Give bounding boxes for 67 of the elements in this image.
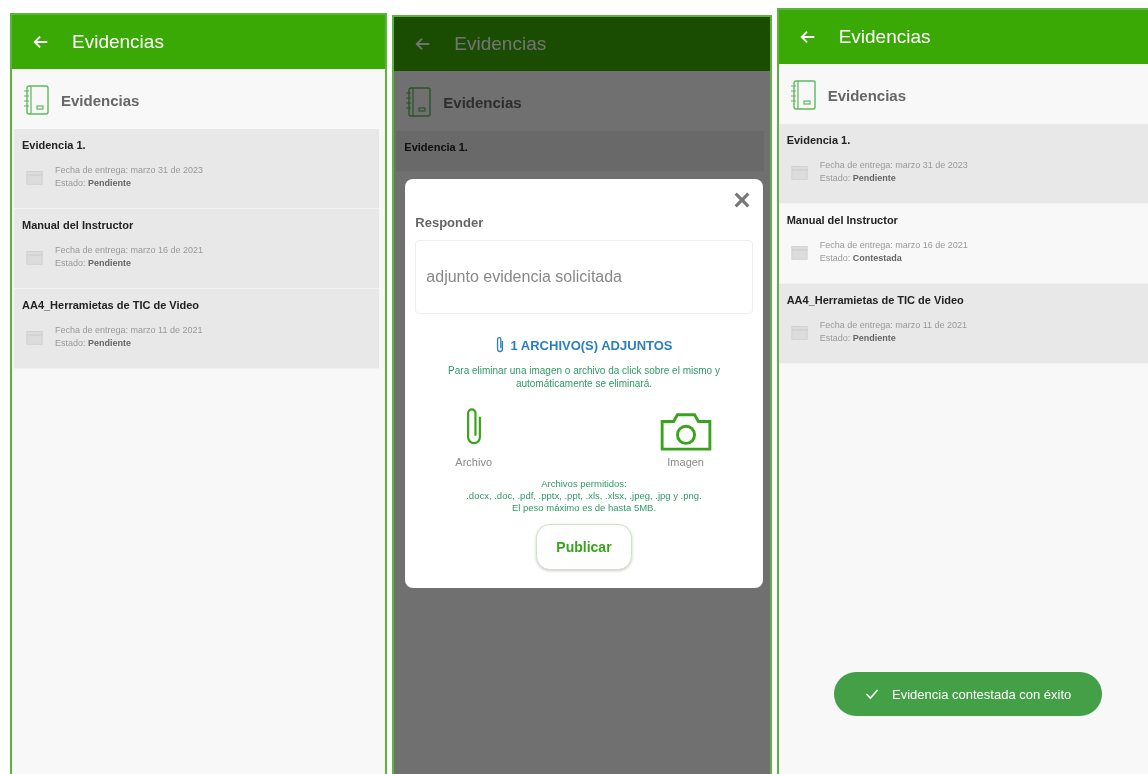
toast-message: Evidencia contestada con éxito (892, 686, 1072, 702)
allowed-files-text: .docx, .doc, .pdf, .pptx, .ppt, .xls, .xlsx, .jpeg, .jpg y .png. (466, 490, 702, 502)
evidence-item[interactable]: Evidencia 1. Fecha de entrega: marzo 31 de 2023 Estado: Pendiente (778, 124, 1148, 204)
status-value: Contestada (852, 253, 902, 263)
attach-option[interactable]: Imagen (658, 402, 713, 468)
evidence-item[interactable]: Evidencia 1. Fecha de entrega: marzo 31 de 2023 Estado: Pendiente (14, 129, 380, 209)
status-label: Estado: (55, 338, 86, 348)
status-value: Pendiente (852, 173, 896, 183)
notebook-icon (789, 80, 816, 110)
section-heading: Evidencias (61, 91, 140, 109)
evidence-item[interactable]: Evidencia 1. (396, 131, 764, 172)
status-value: Pendiente (88, 338, 132, 348)
calendar-icon (26, 248, 43, 266)
attachments-count[interactable]: 1 ARCHIVO(S) ADJUNTOS (510, 337, 673, 353)
status-value: Pendiente (88, 258, 132, 268)
evidence-title: Manual del Instructor (22, 219, 135, 231)
status-value: Pendiente (852, 333, 896, 343)
screen-title: Evidencias (454, 33, 547, 55)
date-label: Fecha de entrega: (819, 320, 893, 330)
attach-option[interactable]: Archivo (455, 402, 492, 468)
date-label: Fecha de entrega: (819, 160, 893, 170)
date-label: Fecha de entrega: (819, 240, 893, 250)
calendar-icon (790, 243, 808, 261)
status-label: Estado: (819, 253, 851, 263)
screen-title: Evidencias (72, 31, 164, 53)
calendar-icon (790, 323, 808, 341)
evidence-item[interactable]: AA4_Herramietas de TIC de Video Fecha de entrega: marzo 11 de 2021 Estado: Pendiente (14, 289, 380, 369)
due-date: marzo 31 de 2023 (130, 165, 204, 175)
paperclip-icon (495, 336, 506, 354)
date-label: Fecha de entrega: (55, 165, 129, 175)
status-label: Estado: (55, 258, 86, 268)
evidence-title: Manual del Instructor (786, 214, 899, 226)
calendar-icon (26, 328, 43, 346)
field-label: Responder (415, 215, 484, 230)
notebook-icon (23, 85, 49, 115)
reply-input-field[interactable]: adjunto evidencia solicitada (415, 240, 753, 314)
due-date: marzo 11 de 2021 (895, 320, 968, 330)
notebook-icon (405, 87, 432, 117)
status-label: Estado: (819, 333, 851, 343)
due-date: marzo 16 de 2021 (895, 240, 968, 250)
due-date: marzo 31 de 2023 (895, 160, 968, 170)
status-value: Pendiente (88, 178, 132, 188)
date-label: Fecha de entrega: (55, 325, 129, 335)
camera-icon (658, 410, 713, 452)
due-date: marzo 16 de 2021 (130, 245, 204, 255)
evidence-title: AA4_Herramietas de TIC de Video (22, 299, 201, 311)
section-heading: Evidencias (443, 93, 522, 111)
status-label: Estado: (55, 178, 86, 188)
evidence-item[interactable]: AA4_Herramietas de TIC de Video Fecha de entrega: marzo 11 de 2021 Estado: Pendiente (778, 284, 1148, 364)
back-arrow-icon[interactable] (32, 33, 50, 51)
status-label: Estado: (819, 173, 851, 183)
calendar-icon (26, 168, 43, 186)
evidence-item[interactable]: Manual del Instructor Fecha de entrega: marzo 16 de 2021 Estado: Pendiente (14, 209, 380, 289)
allowed-files-text: El peso máximo es de hasta 5MB. (511, 502, 657, 514)
evidence-title: Evidencia 1. (404, 141, 469, 153)
screen-title: Evidencias (838, 26, 931, 48)
back-arrow-icon[interactable] (798, 28, 817, 46)
allowed-files-text: Archivos permitidos: (541, 478, 627, 490)
close-icon[interactable] (732, 191, 751, 209)
date-label: Fecha de entrega: (55, 245, 129, 255)
evidence-title: Evidencia 1. (786, 134, 852, 146)
evidence-title: AA4_Herramietas de TIC de Video (786, 294, 965, 306)
hint-text: Para eliminar una imagen o archivo da click sobre el mismo y automáticamente se eliminará. (447, 364, 721, 390)
due-date: marzo 11 de 2021 (130, 325, 203, 335)
section-heading: Evidencias (827, 86, 907, 104)
calendar-icon (790, 163, 808, 181)
evidence-title: Evidencia 1. (22, 139, 87, 151)
